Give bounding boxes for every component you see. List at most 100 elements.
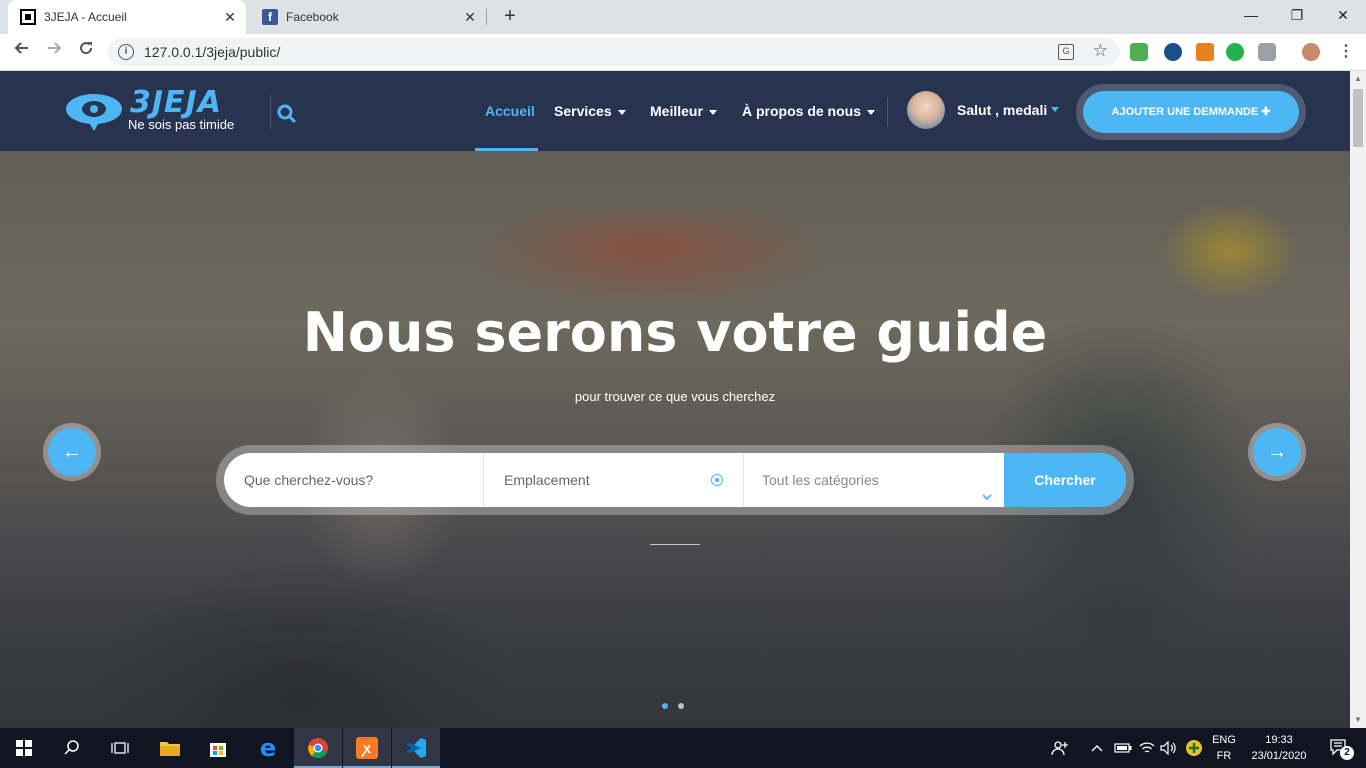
locate-target-icon[interactable] bbox=[711, 474, 723, 486]
site-info-icon[interactable]: i bbox=[118, 44, 134, 60]
chat-bubble-logo-icon bbox=[66, 94, 122, 131]
tab-facebook[interactable]: f Facebook ✕ bbox=[250, 0, 486, 34]
forward-arrow-icon[interactable] bbox=[42, 40, 66, 64]
logo-brand-text: 3JEJA bbox=[130, 85, 222, 120]
translate-icon[interactable]: G bbox=[1058, 44, 1074, 60]
hero-title: Nous serons votre guide bbox=[302, 301, 1048, 364]
slider-dot[interactable] bbox=[678, 703, 684, 709]
extension-cube-icon[interactable] bbox=[1258, 43, 1276, 61]
edge-browser-icon[interactable]: e bbox=[244, 728, 292, 768]
maximize-button[interactable]: ❐ bbox=[1274, 0, 1320, 30]
search-location-input[interactable]: Emplacement bbox=[484, 453, 744, 507]
task-view-icon[interactable] bbox=[96, 728, 144, 768]
chrome-icon[interactable] bbox=[294, 728, 342, 768]
nav-label: Accueil bbox=[485, 103, 535, 119]
tab-close-icon[interactable]: ✕ bbox=[218, 9, 242, 26]
logo-tagline: Ne sois pas timide bbox=[128, 117, 235, 132]
site-header: 3JEJA Ne sois pas timide Accueil Service… bbox=[0, 71, 1350, 151]
notification-count-badge: 2 bbox=[1340, 746, 1354, 760]
people-icon[interactable] bbox=[1040, 728, 1080, 768]
facebook-icon: f bbox=[262, 9, 278, 25]
user-avatar[interactable] bbox=[907, 91, 945, 129]
hero-slider: Nous serons votre guide pour trouver ce … bbox=[0, 151, 1350, 728]
browser-tab-bar: 3JEJA - Accueil ✕ f Facebook ✕ + — ❐ ✕ bbox=[0, 0, 1366, 34]
windows-start-icon[interactable] bbox=[0, 728, 48, 768]
profile-avatar[interactable] bbox=[1302, 43, 1320, 61]
3jeja-favicon-icon bbox=[20, 9, 36, 25]
location-placeholder: Emplacement bbox=[504, 472, 590, 488]
site-logo[interactable]: 3JEJA Ne sois pas timide bbox=[64, 85, 244, 135]
nav-item-services[interactable]: Services bbox=[554, 103, 626, 119]
search-bar: Que cherchez-vous? Emplacement Tout les … bbox=[224, 453, 1126, 507]
language-indicator-bottom[interactable]: FR bbox=[1208, 750, 1240, 762]
add-request-button-wrap: AJOUTER UNE DEMMANDE ✚ bbox=[1076, 84, 1306, 140]
scroll-up-arrow-icon[interactable]: ▲ bbox=[1350, 71, 1366, 87]
chevron-down-icon bbox=[708, 109, 717, 115]
nav-label: Meilleur bbox=[650, 103, 703, 119]
store-icon[interactable] bbox=[194, 728, 242, 768]
chevron-down-icon bbox=[867, 109, 875, 115]
add-request-button[interactable]: AJOUTER UNE DEMMANDE ✚ bbox=[1083, 91, 1299, 133]
chevron-down-icon bbox=[617, 109, 626, 115]
slider-prev-button[interactable]: ← bbox=[43, 423, 101, 481]
vscode-icon[interactable] bbox=[392, 728, 440, 768]
battery-icon[interactable] bbox=[1112, 728, 1134, 768]
back-arrow-icon[interactable] bbox=[10, 40, 34, 64]
arrow-right-icon: → bbox=[1253, 428, 1301, 476]
tab-divider bbox=[486, 9, 487, 25]
nav-item-meilleur[interactable]: Meilleur bbox=[650, 103, 717, 119]
wifi-icon[interactable] bbox=[1136, 728, 1158, 768]
taskbar-search-icon[interactable] bbox=[48, 728, 96, 768]
search-submit-button[interactable]: Chercher bbox=[1004, 453, 1126, 507]
extension-na-icon[interactable] bbox=[1164, 43, 1182, 61]
search-icon[interactable] bbox=[276, 103, 298, 125]
bookmark-star-icon[interactable]: ☆ bbox=[1093, 41, 1108, 61]
category-select[interactable]: Tout les catégories bbox=[744, 453, 1004, 507]
language-indicator-top[interactable]: ENG bbox=[1208, 734, 1240, 746]
nav-item-a-propos[interactable]: À propos de nous bbox=[742, 103, 875, 119]
windows-taskbar: e ꭗ ENG FR 19:33 23/01/2020 2 bbox=[0, 728, 1366, 768]
clock-time[interactable]: 19:33 bbox=[1244, 734, 1314, 746]
new-tab-button[interactable]: + bbox=[498, 4, 522, 28]
nav-item-accueil[interactable]: Accueil bbox=[485, 103, 535, 119]
tray-app-icon[interactable] bbox=[1182, 728, 1206, 768]
web-page: 3JEJA Ne sois pas timide Accueil Service… bbox=[0, 71, 1350, 728]
volume-icon[interactable] bbox=[1158, 728, 1180, 768]
chevron-down-icon bbox=[982, 471, 992, 507]
minimize-button[interactable]: — bbox=[1228, 0, 1274, 30]
address-url: 127.0.0.1/3jeja/public/ bbox=[144, 44, 281, 60]
xampp-icon[interactable]: ꭗ bbox=[343, 728, 391, 768]
tab-title: 3JEJA - Accueil bbox=[44, 10, 127, 24]
user-menu-chevron-icon[interactable] bbox=[1051, 107, 1059, 112]
close-window-button[interactable]: ✕ bbox=[1320, 0, 1366, 30]
scrollbar-thumb[interactable] bbox=[1353, 89, 1363, 147]
browser-menu-icon[interactable]: ⋮ bbox=[1334, 40, 1358, 64]
scroll-down-arrow-icon[interactable]: ▼ bbox=[1350, 712, 1366, 728]
nav-label: À propos de nous bbox=[742, 103, 861, 119]
tab-title: Facebook bbox=[286, 10, 339, 24]
hero-search-form: Que cherchez-vous? Emplacement Tout les … bbox=[216, 445, 1134, 515]
clock-date[interactable]: 23/01/2020 bbox=[1244, 750, 1314, 762]
nav-label: Services bbox=[554, 103, 612, 119]
extension-download-icon[interactable] bbox=[1130, 43, 1148, 61]
notifications-icon[interactable]: 2 bbox=[1320, 728, 1360, 768]
slider-dot-active[interactable] bbox=[662, 703, 668, 709]
browser-toolbar: i 127.0.0.1/3jeja/public/ G ☆ ⋮ bbox=[0, 34, 1366, 71]
header-divider bbox=[887, 97, 888, 127]
tab-3jeja-accueil[interactable]: 3JEJA - Accueil ✕ bbox=[8, 0, 246, 34]
arrow-left-icon: ← bbox=[48, 428, 96, 476]
hero-background-photo bbox=[0, 151, 1350, 728]
reload-icon[interactable] bbox=[74, 40, 98, 64]
hero-divider-line bbox=[650, 544, 700, 545]
slider-next-button[interactable]: → bbox=[1248, 423, 1306, 481]
hero-subtitle: pour trouver ce que vous cherchez bbox=[574, 389, 776, 404]
extension-check-icon[interactable] bbox=[1226, 43, 1244, 61]
address-bar[interactable]: i 127.0.0.1/3jeja/public/ G ☆ bbox=[108, 38, 1120, 66]
extension-metamask-icon[interactable] bbox=[1196, 43, 1214, 61]
file-explorer-icon[interactable] bbox=[146, 728, 194, 768]
user-greeting[interactable]: Salut , medali bbox=[957, 102, 1047, 118]
show-hidden-icons-chevron-icon[interactable] bbox=[1086, 728, 1108, 768]
tab-close-icon[interactable]: ✕ bbox=[458, 9, 482, 26]
page-scrollbar[interactable]: ▲ ▼ bbox=[1350, 71, 1366, 728]
search-what-input[interactable]: Que cherchez-vous? bbox=[224, 453, 484, 507]
